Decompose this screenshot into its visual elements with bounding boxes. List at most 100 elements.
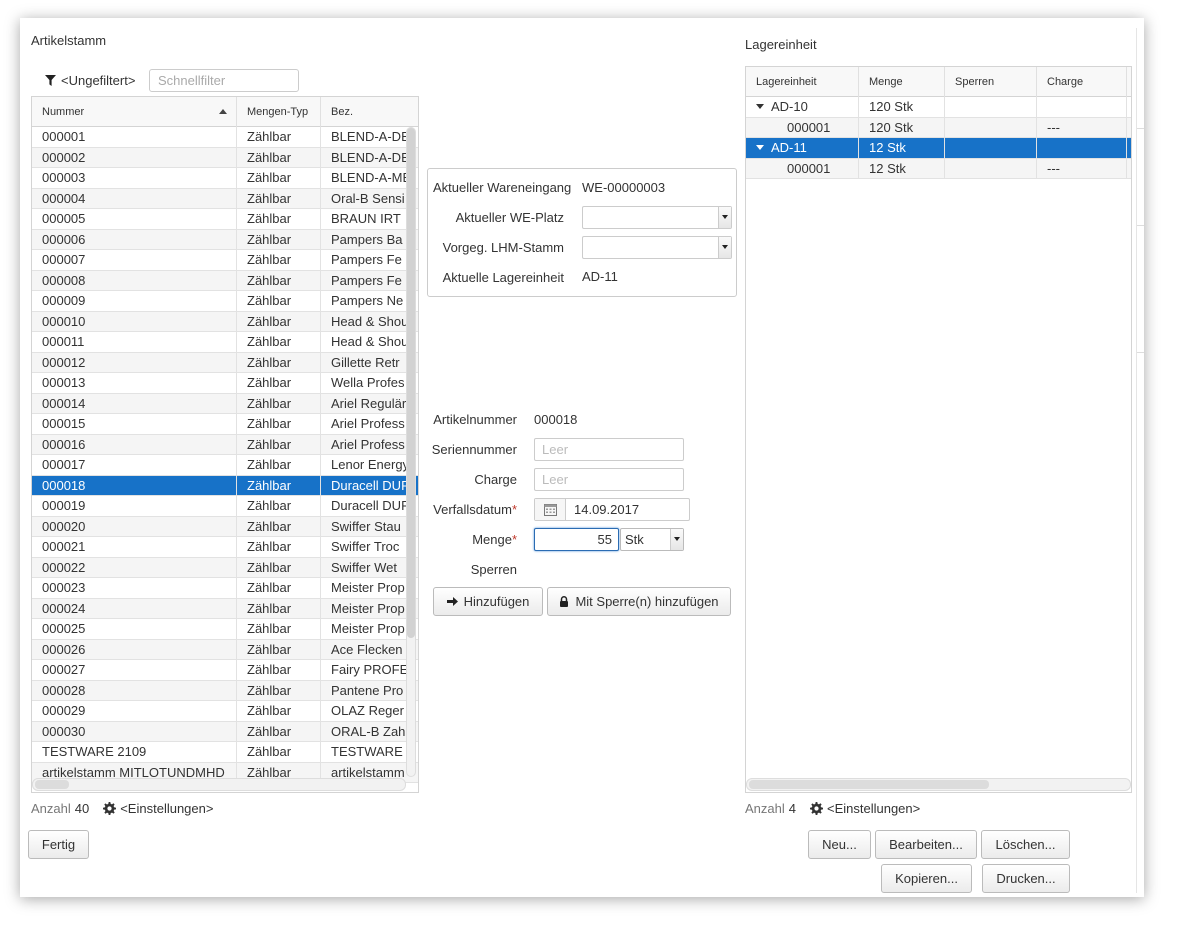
artikelnummer-value: 000018 [534, 412, 578, 427]
table-row[interactable]: 000011 Zählbar Head & Shou [32, 332, 418, 353]
expand-caret-icon[interactable] [756, 104, 764, 110]
tree-row[interactable]: 000001 12 Stk --- [746, 158, 1131, 179]
article-table-vscrollbar[interactable] [406, 127, 416, 777]
table-cell: Swiffer Stau [331, 518, 401, 534]
table-cell: --- [1037, 117, 1127, 137]
table-cell: 000003 [32, 168, 237, 188]
verfallsdatum-label: Verfallsdatum* [433, 502, 517, 517]
verfallsdatum-field[interactable]: 14.09.2017 [534, 498, 690, 521]
table-row[interactable]: 000001 Zählbar BLEND-A-DE [32, 127, 418, 148]
settings-link[interactable]: <Einstellungen> [827, 801, 920, 816]
table-cell: Zählbar [237, 557, 321, 577]
column-header-lagereinheit[interactable]: Lagereinheit [746, 67, 859, 97]
storage-unit-table-hscrollbar[interactable] [746, 778, 1131, 791]
settings-link[interactable]: <Einstellungen> [120, 801, 213, 816]
menge-input[interactable] [534, 528, 619, 551]
table-row[interactable]: 000027 Zählbar Fairy PROFE [32, 660, 418, 681]
table-row[interactable]: 000002 Zählbar BLEND-A-DE [32, 147, 418, 168]
table-row[interactable]: 000012 Zählbar Gillette Retr [32, 352, 418, 373]
table-row[interactable]: 000004 Zählbar Oral-B Sensi [32, 188, 418, 209]
wareneingang-value: WE-00000003 [582, 180, 666, 195]
table-row[interactable]: 000030 Zählbar ORAL-B Zah [32, 721, 418, 742]
table-row[interactable]: 000015 Zählbar Ariel Profess [32, 414, 418, 435]
article-table-hscrollbar[interactable] [32, 778, 406, 791]
storage-unit-table-hscroll-thumb[interactable] [749, 780, 989, 789]
table-row[interactable]: 000013 Zählbar Wella Profes [32, 373, 418, 394]
count-value: 40 [74, 801, 90, 816]
table-cell: Zählbar [237, 516, 321, 536]
table-row[interactable]: 000025 Zählbar Meister Prop [32, 619, 418, 640]
tree-row[interactable]: 000001 120 Stk --- [746, 117, 1131, 138]
table-cell: Meister Prop [331, 600, 405, 616]
table-row[interactable]: 000020 Zählbar Swiffer Stau [32, 516, 418, 537]
chevron-down-icon [718, 237, 731, 258]
table-cell: Oral-B Sensi [331, 190, 405, 206]
column-header-charge[interactable]: Charge [1037, 67, 1127, 97]
table-row[interactable]: 000008 Zählbar Pampers Fe [32, 270, 418, 291]
table-row[interactable]: 000007 Zählbar Pampers Fe [32, 250, 418, 271]
storage-unit-table-body: AD-10 120 Stk 000001 120 Stk --- AD-11 12 Stk 0… [746, 97, 1131, 179]
table-cell: 000011 [32, 332, 237, 352]
table-cell: 000015 [32, 414, 237, 434]
unit-select[interactable]: Stk [620, 528, 684, 551]
table-row[interactable]: 000029 Zählbar OLAZ Reger [32, 701, 418, 722]
calendar-button[interactable] [535, 499, 566, 520]
tree-row[interactable]: AD-10 120 Stk [746, 97, 1131, 118]
table-row[interactable]: 000016 Zählbar Ariel Profess [32, 434, 418, 455]
table-row[interactable]: 000010 Zählbar Head & Shou [32, 311, 418, 332]
table-cell: 000023 [32, 578, 237, 598]
column-header-menge[interactable]: Menge [859, 67, 945, 97]
copy-button[interactable]: Kopieren... [881, 864, 972, 893]
filter-label: <Ungefiltert> [61, 72, 136, 88]
table-row[interactable]: TESTWARE 2109 Zählbar TESTWARE [32, 742, 418, 763]
table-row[interactable]: 000003 Zählbar BLEND-A-ME [32, 168, 418, 189]
column-header-mengen-typ[interactable]: Mengen-Typ [237, 97, 321, 127]
table-row[interactable]: 000021 Zählbar Swiffer Troc [32, 537, 418, 558]
window-divider [1136, 28, 1137, 893]
new-button[interactable]: Neu... [808, 830, 871, 859]
table-row[interactable]: 000017 Zählbar Lenor Energy [32, 455, 418, 476]
we-platz-select[interactable] [582, 206, 732, 229]
table-row[interactable]: 000026 Zählbar Ace Flecken [32, 639, 418, 660]
table-cell: TESTWARE 2109 [32, 742, 237, 762]
table-cell: 000018 [32, 475, 237, 495]
arrow-right-icon [446, 597, 458, 606]
table-row[interactable]: 000018 Zählbar Duracell DUF [32, 475, 418, 496]
table-row[interactable]: 000009 Zählbar Pampers Ne [32, 291, 418, 312]
gear-icon[interactable] [809, 802, 823, 815]
charge-input[interactable] [534, 468, 684, 491]
table-cell: Duracell DUF [331, 498, 410, 513]
gear-icon[interactable] [103, 802, 117, 815]
tree-row[interactable]: AD-11 12 Stk [746, 138, 1131, 159]
table-row[interactable]: 000023 Zählbar Meister Prop [32, 578, 418, 599]
edit-button[interactable]: Bearbeiten... [875, 830, 977, 859]
table-cell: Zählbar [237, 188, 321, 208]
seriennummer-input[interactable] [534, 438, 684, 461]
done-button[interactable]: Fertig [28, 830, 89, 859]
table-row[interactable]: 000022 Zählbar Swiffer Wet [32, 557, 418, 578]
add-button[interactable]: Hinzufügen [433, 587, 543, 616]
table-cell: BLEND-A-DE [331, 129, 410, 144]
table-row[interactable]: 000028 Zählbar Pantene Pro [32, 680, 418, 701]
delete-button[interactable]: Löschen... [981, 830, 1070, 859]
article-table-hscroll-thumb[interactable] [35, 780, 69, 789]
table-row[interactable]: 000019 Zählbar Duracell DUF [32, 496, 418, 517]
column-header-sperren[interactable]: Sperren [945, 67, 1037, 97]
article-table-vscroll-thumb[interactable] [407, 128, 415, 638]
lhm-stamm-select[interactable] [582, 236, 732, 259]
table-row[interactable]: 000024 Zählbar Meister Prop [32, 598, 418, 619]
table-cell: 000010 [32, 311, 237, 331]
table-row[interactable]: 000014 Zählbar Ariel Regulär [32, 393, 418, 414]
print-button[interactable]: Drucken... [982, 864, 1070, 893]
verfallsdatum-value[interactable]: 14.09.2017 [566, 499, 639, 520]
filter-button[interactable]: <Ungefiltert> [45, 70, 135, 90]
quick-filter-input[interactable] [149, 69, 299, 92]
expand-caret-icon[interactable] [756, 145, 764, 151]
table-row[interactable]: 000006 Zählbar Pampers Ba [32, 229, 418, 250]
add-with-lock-button[interactable]: Mit Sperre(n) hinzufügen [547, 587, 731, 616]
table-cell: 000027 [32, 660, 237, 680]
table-cell: Zählbar [237, 701, 321, 721]
table-row[interactable]: 000005 Zählbar BRAUN IRT [32, 209, 418, 230]
column-header-nummer[interactable]: Nummer [32, 97, 237, 127]
column-header-bez[interactable]: Bez. [321, 97, 418, 127]
